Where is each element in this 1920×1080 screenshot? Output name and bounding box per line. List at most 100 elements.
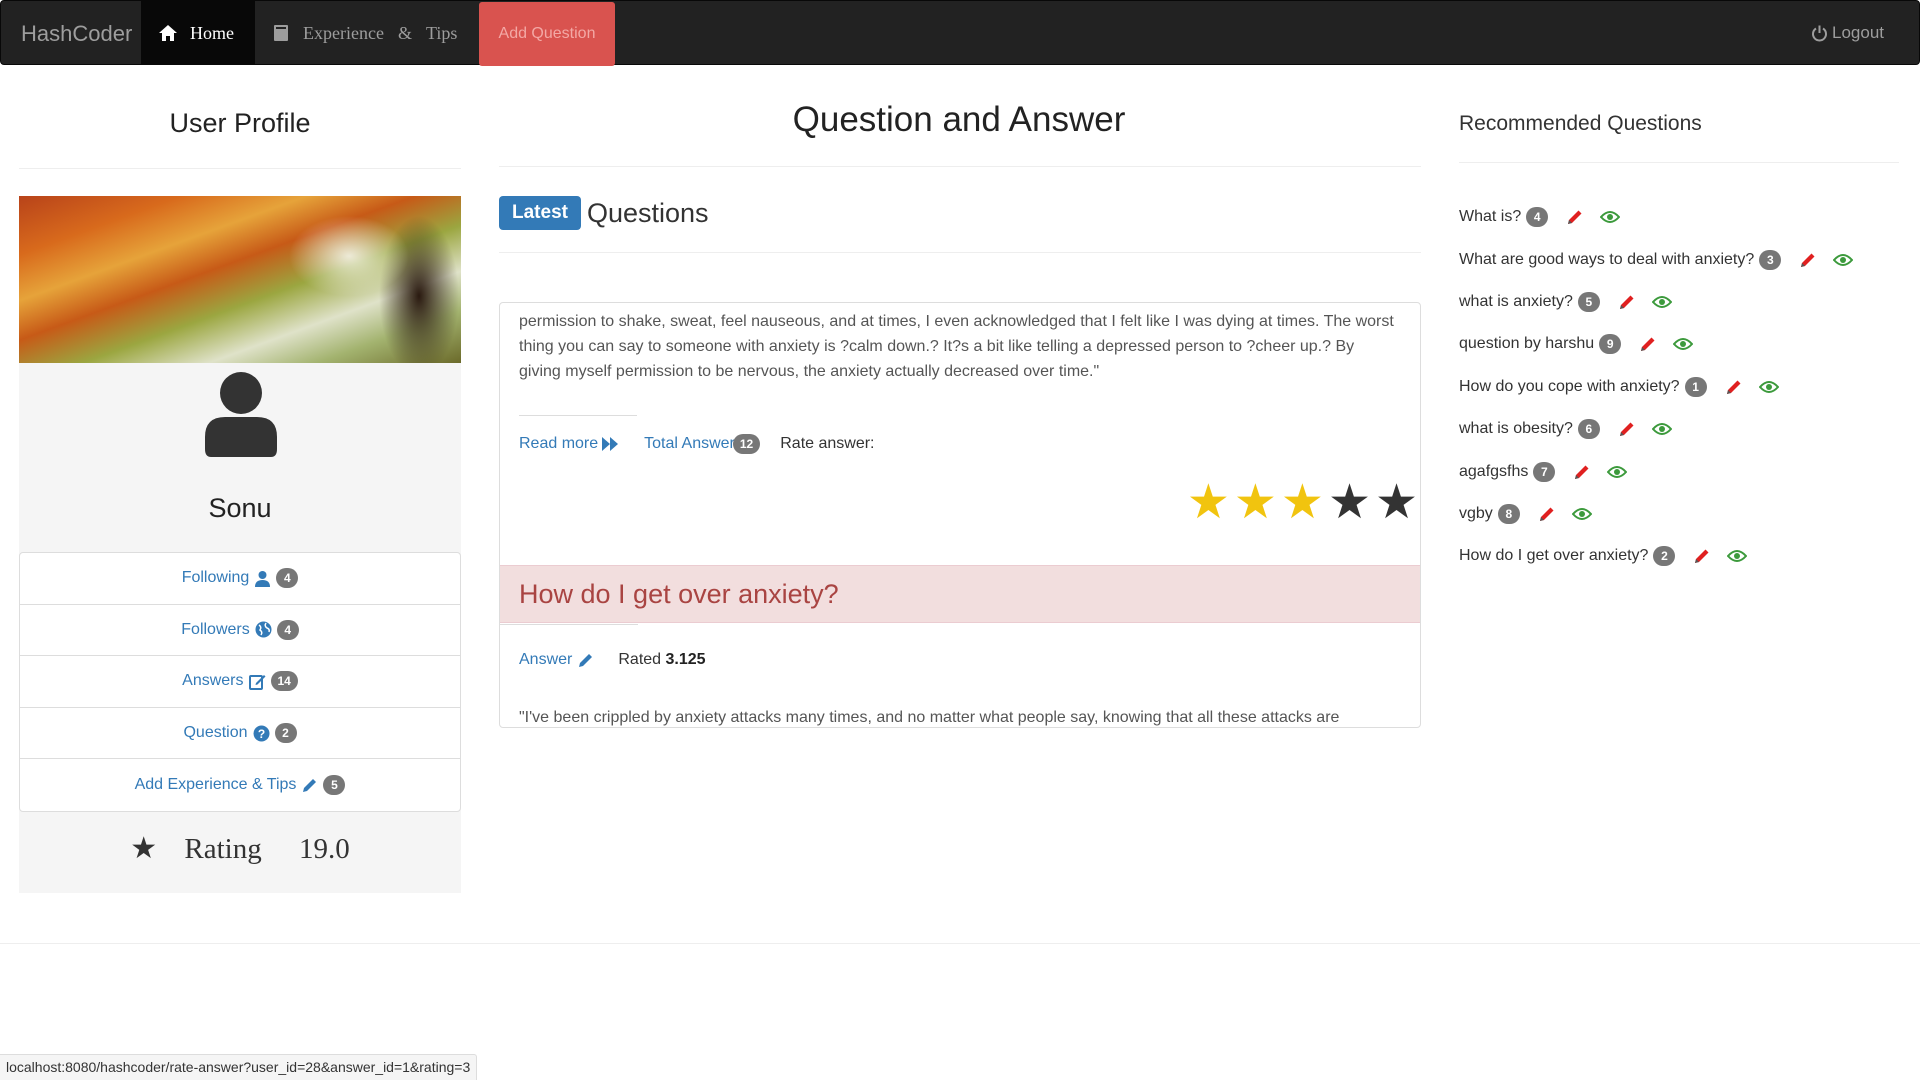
edit-icon[interactable] (1618, 293, 1636, 311)
divider (519, 415, 637, 416)
recommended-question-link[interactable]: How do I get over anxiety? (1459, 547, 1648, 565)
edit-icon[interactable] (1618, 420, 1636, 438)
answer-link-label: Answer (519, 651, 573, 668)
logout-link[interactable]: Logout (1811, 1, 1884, 65)
edit-icon[interactable] (1639, 335, 1657, 353)
eye-icon[interactable] (1600, 210, 1621, 224)
answer-count-badge: 6 (1577, 419, 1600, 440)
recommended-heading: Recommended Questions (1459, 112, 1702, 135)
nav-home[interactable]: Home (141, 1, 255, 65)
recommended-item: what is anxiety? 5 (1459, 281, 1899, 323)
star-rating-widget[interactable]: ★ ★ ★ ★ ★ (1187, 479, 1418, 527)
stat-label: Add Experience & Tips (134, 776, 297, 794)
eye-icon[interactable] (1651, 422, 1672, 436)
globe-icon (255, 621, 272, 638)
top-navbar: HashCoder Home Experience & Tips Add Que… (0, 0, 1920, 66)
eye-icon[interactable] (1651, 295, 1672, 309)
user-icon (255, 570, 271, 587)
answer-count-badge: 2 (1653, 546, 1676, 567)
add-question-button[interactable]: Add Question (479, 2, 615, 66)
book-icon (274, 25, 288, 41)
star-filled-icon[interactable]: ★ (1281, 479, 1324, 527)
profile-panel: Sonu Following 4 Followers 4 Answers 14 (19, 363, 461, 893)
rating-value: 19.0 (299, 833, 350, 865)
eye-icon[interactable] (1607, 465, 1628, 479)
power-icon (1812, 25, 1827, 41)
stat-label: Followers (181, 620, 250, 638)
stat-count-badge: 4 (276, 619, 299, 640)
profile-stat-list: Following 4 Followers 4 Answers 14 Quest… (19, 552, 461, 812)
stat-label: Following (181, 569, 250, 587)
answer-count-badge: 5 (1577, 291, 1600, 312)
read-more-link[interactable]: Read more (519, 435, 619, 453)
edit-icon[interactable] (1538, 505, 1556, 523)
edit-icon[interactable] (1799, 251, 1817, 269)
edit-icon[interactable] (1725, 378, 1743, 396)
user-avatar-icon (205, 372, 277, 457)
nav-home-label: Home (190, 23, 234, 43)
pencil-icon (303, 778, 317, 792)
recommended-item: question by harshu 9 (1459, 323, 1899, 365)
recommended-item: What is? 4 (1459, 196, 1899, 238)
profile-cover-image (19, 196, 461, 363)
answer-body-text: permission to shake, sweat, feel nauseou… (519, 313, 1394, 380)
answer-action-row: Read more Total Answer 12 Rate answer: (519, 431, 875, 457)
answer-count-badge: 4 (1526, 207, 1549, 228)
recommended-question-link[interactable]: vgby (1459, 505, 1493, 523)
recommended-list: What is? 4 What are good ways to deal with… (1459, 196, 1899, 578)
answer-count-badge: 7 (1533, 461, 1556, 482)
stat-count-badge: 4 (276, 568, 299, 589)
eye-icon[interactable] (1571, 507, 1592, 521)
stat-label: Answers (182, 672, 244, 690)
total-answer-label: Total Answer (644, 435, 735, 452)
stat-question[interactable]: Question ? 2 (20, 708, 460, 760)
recommended-item: How do I get over anxiety? 2 (1459, 535, 1899, 577)
recommended-question-link[interactable]: What are good ways to deal with anxiety? (1459, 251, 1754, 269)
total-answer-badge: 12 (732, 434, 761, 454)
eye-icon[interactable] (1673, 337, 1694, 351)
nav-experience-tips[interactable]: Experience & Tips (273, 1, 473, 65)
question-heading[interactable]: How do I get over anxiety? (500, 565, 1420, 623)
add-question-label: Add Question (498, 25, 596, 42)
divider (1459, 162, 1899, 163)
latest-questions-header: Latest Questions (499, 196, 709, 230)
star-empty-icon[interactable]: ★ (1375, 479, 1418, 527)
recommended-question-link[interactable]: How do you cope with anxiety? (1459, 378, 1680, 396)
nav-tips-word: Tips (425, 23, 458, 43)
eye-icon[interactable] (1833, 253, 1854, 267)
eye-icon[interactable] (1727, 549, 1748, 563)
stat-followers[interactable]: Followers 4 (20, 605, 460, 657)
answer-count-badge: 3 (1759, 249, 1782, 270)
edit-icon[interactable] (1573, 463, 1591, 481)
question-action-row: Answer Rated 3.125 (519, 651, 706, 669)
stat-answers[interactable]: Answers 14 (20, 656, 460, 708)
profile-name: Sonu (208, 493, 272, 523)
edit-square-icon (248, 674, 265, 690)
stat-add-experience[interactable]: Add Experience & Tips 5 (20, 759, 460, 811)
stat-following[interactable]: Following 4 (20, 553, 460, 605)
star-filled-icon[interactable]: ★ (1187, 479, 1230, 527)
logout-label: Logout (1832, 23, 1884, 42)
star-empty-icon[interactable]: ★ (1328, 479, 1371, 527)
total-answer-link[interactable]: Total Answer 12 (644, 434, 761, 454)
star-filled-icon[interactable]: ★ (1234, 479, 1277, 527)
recommended-question-link[interactable]: agafgsfhs (1459, 463, 1528, 481)
rate-answer-label: Rate answer: (780, 435, 875, 452)
recommended-question-link[interactable]: What is? (1459, 208, 1521, 226)
edit-icon[interactable] (1566, 208, 1584, 226)
divider (500, 624, 638, 625)
edit-icon[interactable] (1693, 547, 1711, 565)
recommended-question-link[interactable]: question by harshu (1459, 335, 1594, 353)
recommended-question-link[interactable]: what is anxiety? (1459, 293, 1573, 311)
answer-preview-text: "I've been crippled by anxiety attacks m… (519, 709, 1340, 726)
divider (19, 168, 461, 169)
stat-count-badge: 14 (270, 671, 298, 692)
eye-icon[interactable] (1758, 380, 1779, 394)
pencil-icon (579, 653, 593, 667)
svg-text:?: ? (257, 727, 264, 741)
star-icon: ★ (130, 832, 158, 865)
recommended-question-link[interactable]: what is obesity? (1459, 420, 1573, 438)
latest-answers-panel[interactable]: permission to shake, sweat, feel nauseou… (499, 302, 1421, 728)
brand-logo[interactable]: HashCoder (21, 1, 132, 66)
answer-link[interactable]: Answer (519, 651, 594, 669)
